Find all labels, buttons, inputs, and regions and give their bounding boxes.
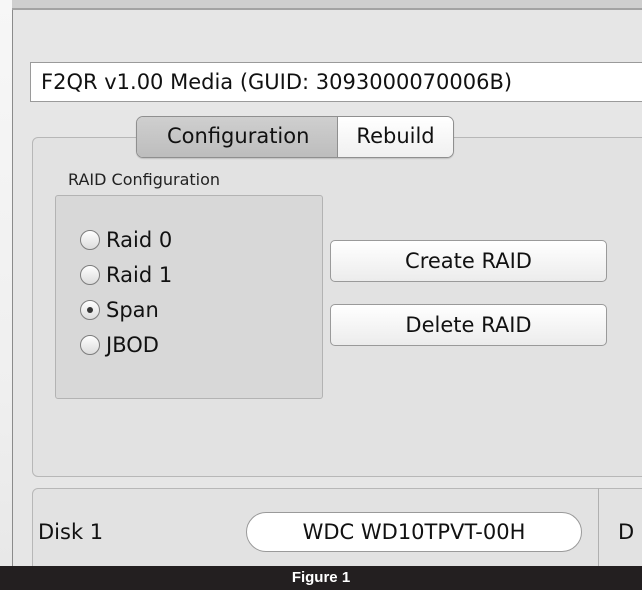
tab-rebuild[interactable]: Rebuild	[337, 117, 453, 157]
window-side-strip	[0, 0, 13, 566]
tab-configuration[interactable]: Configuration	[137, 117, 338, 157]
disk-1-model-field: WDC WD10TPVT-00H	[246, 512, 582, 552]
window-top-edge	[12, 0, 642, 10]
radio-button-selected-icon[interactable]	[80, 300, 100, 320]
radio-button-icon[interactable]	[80, 335, 100, 355]
radio-label: Raid 0	[106, 228, 173, 252]
figure-caption: Figure 1	[0, 566, 642, 590]
radio-label: Raid 1	[106, 263, 173, 287]
radio-label: Span	[106, 298, 159, 322]
delete-raid-button[interactable]: Delete RAID	[330, 304, 607, 346]
radio-jbod[interactable]: JBOD	[80, 330, 159, 360]
disk-1-label: Disk 1	[38, 520, 104, 544]
app-window: F2QR v1.00 Media (GUID: 3093000070006B) …	[0, 0, 642, 578]
disk-2-label: D	[618, 520, 635, 544]
create-raid-button[interactable]: Create RAID	[330, 240, 607, 282]
radio-button-icon[interactable]	[80, 265, 100, 285]
device-label: F2QR v1.00 Media (GUID: 3093000070006B)	[30, 62, 642, 102]
radio-raid-0[interactable]: Raid 0	[80, 225, 172, 255]
radio-label: JBOD	[106, 333, 159, 357]
disk-divider	[598, 488, 599, 566]
radio-button-icon[interactable]	[80, 230, 100, 250]
raid-configuration-title: RAID Configuration	[68, 170, 221, 189]
tab-bar: Configuration Rebuild	[136, 116, 454, 158]
radio-raid-1[interactable]: Raid 1	[80, 260, 172, 290]
radio-span[interactable]: Span	[80, 295, 159, 325]
